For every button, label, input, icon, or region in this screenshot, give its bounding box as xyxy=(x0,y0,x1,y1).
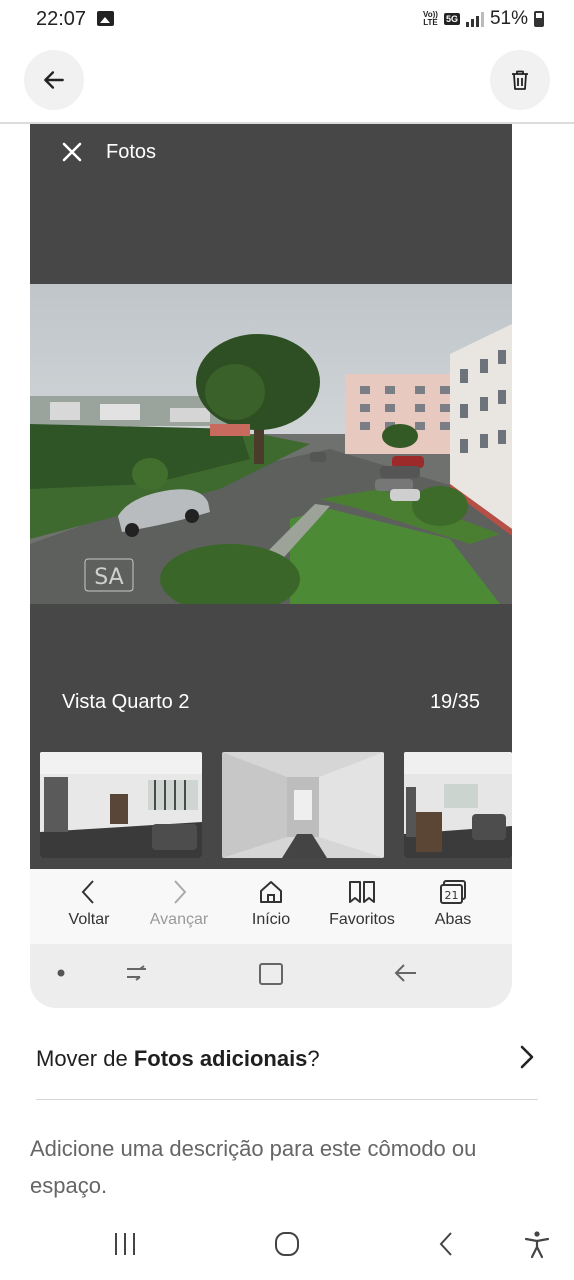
move-from-album-row[interactable]: Mover de Fotos adicionais? xyxy=(36,1030,540,1090)
description-field[interactable]: Adicione uma descrição para este cômodo … xyxy=(30,1130,550,1204)
thumbnail-3[interactable] xyxy=(404,752,512,858)
nav-forward-label: Avançar xyxy=(149,911,209,928)
move-text: Mover de Fotos adicionais? xyxy=(36,1046,320,1071)
nav-back-label: Voltar xyxy=(68,911,110,928)
nav-tabs-label: Abas xyxy=(434,911,472,928)
viewer-title: Fotos xyxy=(106,141,157,163)
system-nav-bar xyxy=(0,1215,574,1280)
app-bar xyxy=(0,40,574,124)
nav-tabs-button[interactable]: 21 Abas xyxy=(408,877,498,929)
chevron-right-icon xyxy=(520,1045,534,1069)
nav-favorites-label: Favoritos xyxy=(329,911,395,928)
bookmarks-icon xyxy=(349,881,375,903)
home-icon xyxy=(260,881,282,903)
nav-home-label: Início xyxy=(251,911,291,928)
arrow-left-icon xyxy=(44,71,64,89)
nav-back-button[interactable]: Voltar xyxy=(44,877,134,929)
status-bar: 22:07 Vo)) LTE 5G 51% xyxy=(0,0,574,40)
thumbnail-2[interactable] xyxy=(222,752,384,858)
main-photo: SA xyxy=(30,284,512,604)
gallery-notification-icon xyxy=(97,11,114,26)
volte-icon: Vo)) LTE xyxy=(422,10,438,27)
divider xyxy=(36,1099,538,1100)
attached-screenshot: Fotos SA Vista Quarto 2 19/35 Voltar Ava… xyxy=(30,124,512,1008)
5g-icon: 5G xyxy=(443,13,460,25)
accessibility-icon[interactable] xyxy=(522,1229,552,1259)
delete-button[interactable] xyxy=(490,50,550,110)
battery-icon xyxy=(534,11,544,27)
photo-watermark: SA xyxy=(94,565,123,590)
inner-system-nav xyxy=(30,944,512,1008)
system-back-icon[interactable] xyxy=(436,1229,458,1259)
nav-favorites-button[interactable]: Favoritos xyxy=(317,877,407,929)
back-button[interactable] xyxy=(24,50,84,110)
close-icon xyxy=(62,142,82,162)
chevron-right-icon xyxy=(174,880,187,904)
photo-counter: 19/35 xyxy=(429,691,480,713)
signal-icon xyxy=(465,11,484,27)
browser-nav-bar: Voltar Avançar Início Favoritos 21 Abas xyxy=(30,869,512,944)
chevron-left-icon xyxy=(81,880,94,904)
recent-apps-icon[interactable] xyxy=(112,1229,138,1259)
photo-caption: Vista Quarto 2 xyxy=(62,691,190,713)
nav-home-button[interactable]: Início xyxy=(226,877,316,929)
photo-viewer: Fotos SA Vista Quarto 2 19/35 xyxy=(30,124,512,869)
home-button-icon[interactable] xyxy=(272,1229,302,1259)
status-indicators: Vo)) LTE 5G 51% xyxy=(423,8,544,30)
trash-icon xyxy=(512,70,528,90)
battery-percent: 51% xyxy=(489,8,528,29)
tabs-icon: 21 xyxy=(440,880,466,904)
tabs-count: 21 xyxy=(445,889,459,902)
status-time: 22:07 xyxy=(36,8,87,30)
nav-forward-button[interactable]: Avançar xyxy=(134,877,224,929)
thumbnail-1[interactable] xyxy=(40,752,202,858)
